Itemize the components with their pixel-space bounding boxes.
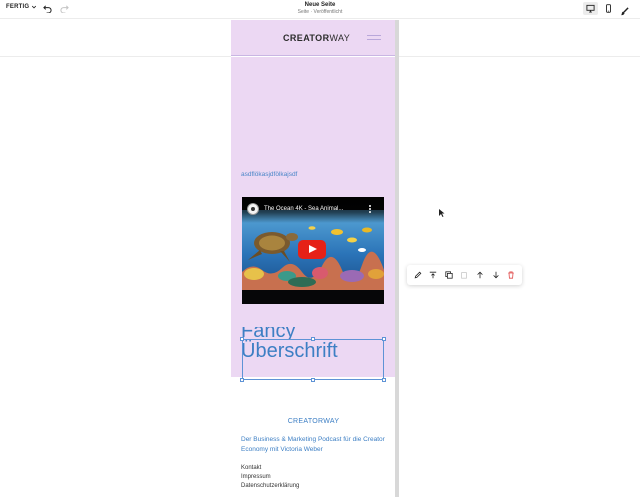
- arrow-down-icon: [492, 271, 499, 279]
- hero-section[interactable]: asdflökasjdfölkajsdf The Ocean 4K - Sea …: [231, 57, 396, 382]
- mouse-cursor-icon: [439, 209, 445, 217]
- device-switcher: [583, 2, 616, 15]
- paintbrush-icon: [620, 7, 629, 16]
- footer-links: Kontakt Impressum Datenschutzerklärung: [241, 464, 299, 491]
- mobile-icon: [606, 4, 611, 13]
- design-button[interactable]: [620, 3, 630, 16]
- footer-brand[interactable]: CREATORWAY: [231, 418, 396, 425]
- footer-link-imprint[interactable]: Impressum: [241, 473, 299, 482]
- resize-handle[interactable]: [240, 378, 244, 382]
- duplicate-button[interactable]: [444, 270, 454, 280]
- logo-light-part: WAY: [329, 33, 351, 43]
- copy-icon: [461, 272, 468, 279]
- hamburger-menu-icon[interactable]: [367, 35, 381, 42]
- resize-handle[interactable]: [382, 337, 386, 341]
- resize-handle[interactable]: [382, 378, 386, 382]
- trash-icon: [508, 271, 514, 279]
- video-embed[interactable]: The Ocean 4K - Sea Animal...: [242, 197, 384, 304]
- align-top-button[interactable]: [428, 270, 438, 280]
- align-top-icon: [430, 271, 437, 279]
- block-toolbar: [407, 265, 522, 285]
- page-status: Seite · Veröffentlicht: [297, 9, 343, 15]
- video-title[interactable]: The Ocean 4K - Sea Animal...: [264, 206, 343, 212]
- move-down-button[interactable]: [491, 270, 501, 280]
- move-up-button[interactable]: [475, 270, 485, 280]
- arrow-up-icon: [477, 271, 483, 279]
- copy-button[interactable]: [459, 270, 469, 280]
- page-preview: CREATORWAY asdflökasjdfölkajsdf The Ocea…: [231, 20, 396, 497]
- footer-description[interactable]: Der Business & Marketing Podcast für die…: [241, 435, 386, 455]
- logo-bold-part: CREATOR: [283, 33, 330, 43]
- kebab-menu-icon[interactable]: [369, 205, 371, 213]
- edit-button[interactable]: [413, 270, 423, 280]
- footer-link-contact[interactable]: Kontakt: [241, 464, 299, 473]
- toolbar-divider: [0, 18, 640, 19]
- page-title-block: Neue Seite Seite · Veröffentlicht: [0, 2, 640, 15]
- play-button[interactable]: [298, 240, 326, 259]
- text-block[interactable]: asdflökasjdfölkajsdf: [241, 171, 297, 178]
- desktop-view-button[interactable]: [583, 2, 598, 15]
- selection-outline[interactable]: [240, 337, 386, 382]
- resize-handle[interactable]: [311, 337, 315, 341]
- page-title: Neue Seite: [304, 2, 336, 8]
- site-header[interactable]: CREATORWAY: [231, 20, 396, 56]
- mobile-view-button[interactable]: [601, 2, 616, 15]
- pencil-icon: [414, 271, 422, 279]
- delete-button[interactable]: [506, 270, 516, 280]
- site-logo[interactable]: CREATORWAY: [283, 33, 350, 43]
- heading-line-1: Fancy: [241, 327, 296, 339]
- preview-scrollbar[interactable]: [395, 20, 399, 497]
- channel-avatar[interactable]: [247, 203, 259, 215]
- resize-handle[interactable]: [311, 378, 315, 382]
- editor-toolbar: FERTIG Neue Seite Seite · Veröffentlicht: [0, 0, 640, 18]
- duplicate-icon: [445, 271, 453, 279]
- resize-handle[interactable]: [240, 337, 244, 341]
- footer-link-privacy[interactable]: Datenschutzerklärung: [241, 482, 299, 491]
- desktop-icon: [586, 4, 595, 13]
